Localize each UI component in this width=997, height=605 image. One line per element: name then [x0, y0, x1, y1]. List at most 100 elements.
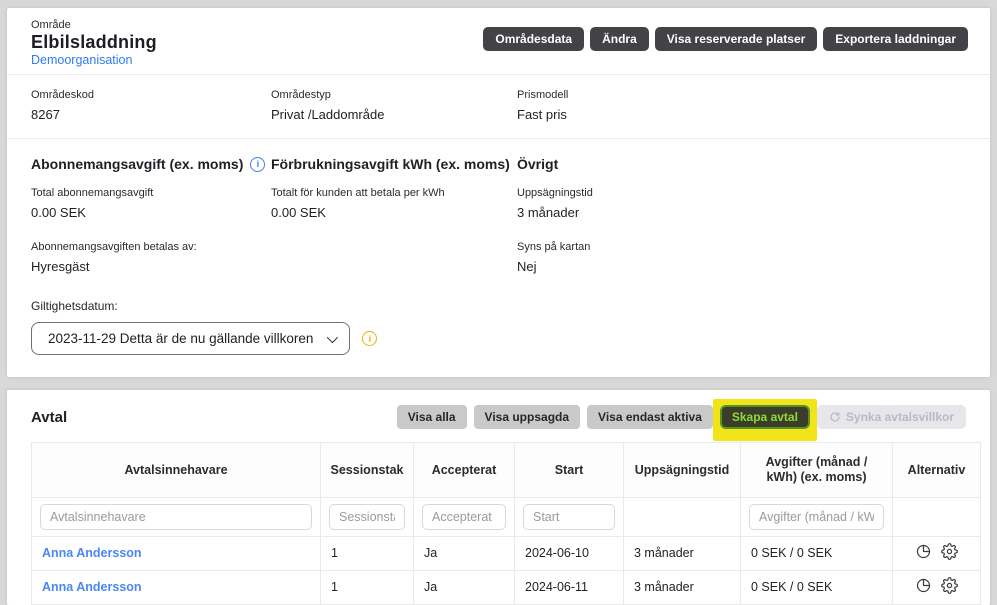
visa-alla-button[interactable]: Visa alla [397, 405, 467, 429]
cell-start: 2024-06-10 [515, 537, 624, 571]
area-card: Område Elbilsladdning Demoorganisation O… [7, 8, 990, 377]
avtal-title: Avtal [31, 409, 67, 426]
column-header-avtalsinnehavare[interactable]: Avtalsinnehavare [32, 443, 321, 498]
field-label: Totalt för kunden att betala per kWh [271, 186, 517, 200]
cell-avgifter: 0 SEK / 0 SEK [741, 571, 893, 605]
field-value: Nej [517, 258, 966, 275]
section-title: Förbrukningsavgift kWh (ex. moms) [271, 155, 510, 173]
filter-input-avtalsinnehavare[interactable] [40, 504, 312, 530]
andra-button[interactable]: Ändra [590, 27, 649, 51]
validity-label: Giltighetsdatum: [31, 299, 966, 313]
table-header-row: Avtalsinnehavare Sessionstak Accepterat … [32, 443, 981, 498]
validity-selected-value: 2023-11-29 Detta är de nu gällande villk… [48, 331, 313, 346]
validity-select[interactable]: 2023-11-29 Detta är de nu gällande villk… [31, 322, 350, 355]
title-block: Område Elbilsladdning Demoorganisation [31, 19, 157, 68]
area-header: Område Elbilsladdning Demoorganisation O… [7, 8, 990, 75]
gear-icon[interactable] [941, 543, 958, 560]
field-value: 3 månader [517, 204, 966, 221]
column-header-uppsagningstid[interactable]: Uppsägningstid [624, 443, 741, 498]
sync-icon [829, 411, 841, 423]
column-header-alternativ[interactable]: Alternativ [893, 443, 981, 498]
cell-start: 2024-06-11 [515, 571, 624, 605]
section-forbrukningsavgift: Förbrukningsavgift kWh (ex. moms) Totalt… [271, 155, 517, 275]
table-row: Anna Andersson 1 Ja 2024-06-11 3 månader… [32, 571, 981, 605]
field-label: Abonnemangsavgiften betalas av: [31, 240, 271, 254]
field-uppsagningstid: Uppsägningstid 3 månader [517, 186, 966, 221]
filter-empty-alternativ [893, 498, 981, 537]
field-syns-pa-kartan: Syns på kartan Nej [517, 240, 966, 275]
field-omradestyp: Områdestyp Privat /Laddområde [271, 88, 517, 123]
section-abonnemangsavgift: Abonnemangsavgift (ex. moms) i Total abo… [31, 155, 271, 275]
filter-input-accepterat[interactable] [422, 504, 506, 530]
cell-alternativ [893, 571, 981, 605]
highlight-annotation: Skapa avtal [713, 399, 817, 441]
gear-icon[interactable] [941, 577, 958, 594]
field-label: Områdeskod [31, 88, 271, 102]
column-header-start[interactable]: Start [515, 443, 624, 498]
cell-accepterat: Ja [414, 571, 515, 605]
contract-holder-link[interactable]: Anna Andersson [42, 580, 142, 594]
field-value: Hyresgäst [31, 258, 271, 275]
visa-reserverade-platser-button[interactable]: Visa reserverade platser [655, 27, 818, 51]
field-value: Privat /Laddområde [271, 106, 517, 123]
cell-alternativ [893, 537, 981, 571]
contract-holder-link[interactable]: Anna Andersson [42, 546, 142, 560]
fee-sections: Abonnemangsavgift (ex. moms) i Total abo… [7, 139, 990, 275]
section-ovrigt: Övrigt Uppsägningstid 3 månader Syns på … [517, 155, 966, 275]
avtal-card: Avtal Visa alla Visa uppsagda Visa endas… [7, 390, 990, 605]
pie-chart-icon[interactable] [915, 543, 932, 560]
field-total-abonnemangsavgift: Total abonnemangsavgift 0.00 SEK [31, 186, 271, 221]
avtal-table-wrap: Avtalsinnehavare Sessionstak Accepterat … [31, 442, 966, 605]
avtal-table: Avtalsinnehavare Sessionstak Accepterat … [31, 442, 981, 605]
field-label: Prismodell [517, 88, 966, 102]
filter-empty-uppsagningstid [624, 498, 741, 537]
cell-uppsagningstid: 3 månader [624, 537, 741, 571]
section-title: Övrigt [517, 155, 558, 173]
section-title: Abonnemangsavgift (ex. moms) [31, 155, 243, 173]
field-label: Uppsägningstid [517, 186, 966, 200]
info-icon[interactable]: i [250, 157, 265, 172]
field-omradeskod: Områdeskod 8267 [31, 88, 271, 123]
exportera-laddningar-button[interactable]: Exportera laddningar [823, 27, 968, 51]
column-header-accepterat[interactable]: Accepterat [414, 443, 515, 498]
cell-accepterat: Ja [414, 537, 515, 571]
field-value: 0.00 SEK [31, 204, 271, 221]
avtal-header: Avtal Visa alla Visa uppsagda Visa endas… [7, 390, 990, 440]
cell-sessionstak: 1 [321, 537, 414, 571]
warning-icon[interactable]: i [362, 331, 377, 346]
field-label: Syns på kartan [517, 240, 966, 254]
field-label: Områdestyp [271, 88, 517, 102]
filter-input-start[interactable] [523, 504, 615, 530]
column-header-avgifter[interactable]: Avgifter (månad / kWh) (ex. moms) [741, 443, 893, 498]
chevron-down-icon [327, 331, 338, 342]
cell-uppsagningstid: 3 månader [624, 571, 741, 605]
filter-input-avgifter[interactable] [749, 504, 884, 530]
field-label: Total abonnemangsavgift [31, 186, 271, 200]
sync-button-label: Synka avtalsvillkor [846, 410, 954, 424]
filter-input-sessionstak[interactable] [329, 504, 405, 530]
organisation-link[interactable]: Demoorganisation [31, 53, 157, 68]
field-prismodell: Prismodell Fast pris [517, 88, 966, 123]
table-row: Anna Andersson 1 Ja 2024-06-10 3 månader… [32, 537, 981, 571]
field-betalas-av: Abonnemangsavgiften betalas av: Hyresgäs… [31, 240, 271, 275]
field-value: 8267 [31, 106, 271, 123]
field-value: Fast pris [517, 106, 966, 123]
area-kicker: Område [31, 19, 157, 32]
cell-avgifter: 0 SEK / 0 SEK [741, 537, 893, 571]
header-actions: Områdesdata Ändra Visa reserverade plats… [483, 19, 968, 51]
skapa-avtal-button[interactable]: Skapa avtal [720, 405, 810, 429]
visa-endast-aktiva-button[interactable]: Visa endast aktiva [587, 405, 713, 429]
visa-uppsagda-button[interactable]: Visa uppsagda [474, 405, 580, 429]
field-betala-per-kwh: Totalt för kunden att betala per kWh 0.0… [271, 186, 517, 221]
validity-section: Giltighetsdatum: 2023-11-29 Detta är de … [7, 275, 990, 377]
synka-avtalsvillkor-button[interactable]: Synka avtalsvillkor [817, 405, 966, 429]
table-filter-row [32, 498, 981, 537]
column-header-sessionstak[interactable]: Sessionstak [321, 443, 414, 498]
page-title: Elbilsladdning [31, 32, 157, 53]
pie-chart-icon[interactable] [915, 577, 932, 594]
avtal-actions: Visa alla Visa uppsagda Visa endast akti… [397, 405, 966, 429]
field-value: 0.00 SEK [271, 204, 517, 221]
area-info-row: Områdeskod 8267 Områdestyp Privat /Laddo… [7, 75, 990, 139]
page: Område Elbilsladdning Demoorganisation O… [0, 0, 997, 601]
omradesdata-button[interactable]: Områdesdata [483, 27, 584, 51]
